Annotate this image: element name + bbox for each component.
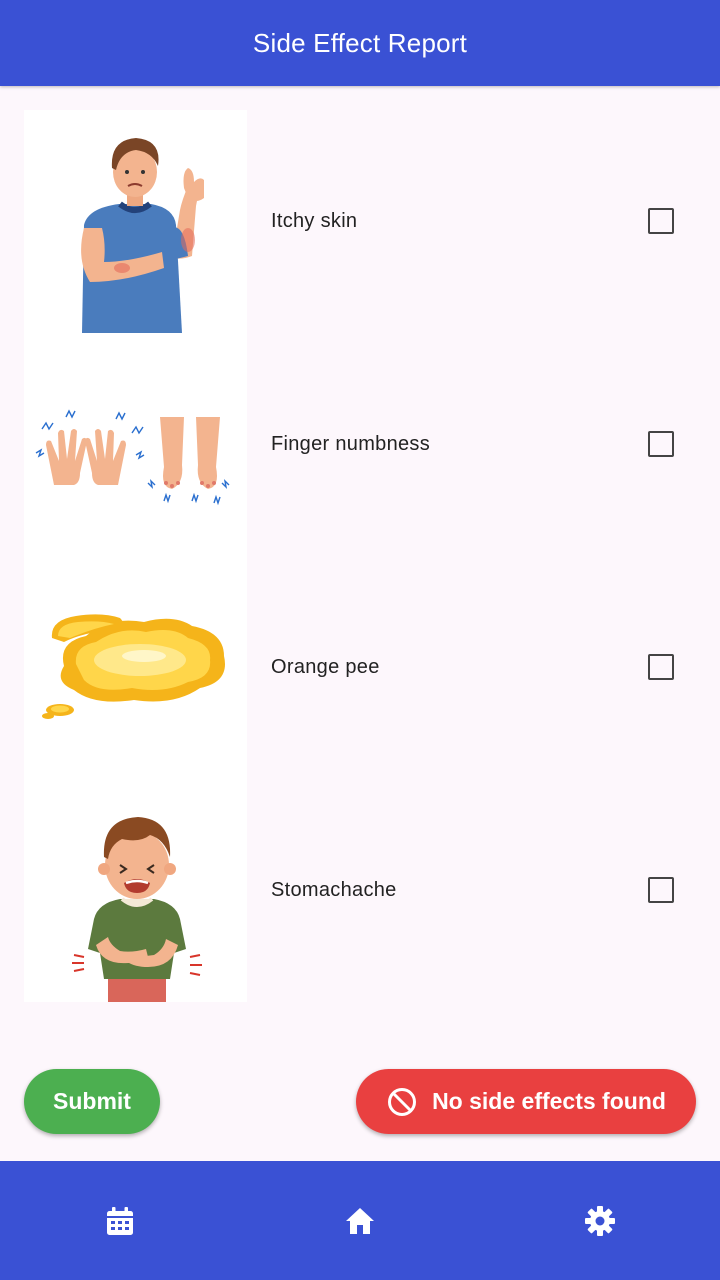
side-effect-label: Finger numbness <box>271 433 431 455</box>
nav-home[interactable] <box>240 1161 480 1280</box>
list-item-itchy-skin: Itchy skin <box>0 110 720 333</box>
gear-icon <box>583 1204 617 1238</box>
block-icon <box>386 1086 418 1118</box>
orange-pee-checkbox[interactable] <box>648 654 674 680</box>
bottom-navigation <box>0 1161 720 1280</box>
side-effect-label: Itchy skin <box>271 210 358 232</box>
itchy-skin-illustration <box>24 110 247 333</box>
finger-numbness-illustration <box>24 333 247 556</box>
finger-numbness-checkbox[interactable] <box>648 431 674 457</box>
stomachache-checkbox[interactable] <box>648 877 674 903</box>
no-side-effects-label: No side effects found <box>432 1088 666 1114</box>
nav-settings[interactable] <box>480 1161 720 1280</box>
itchy-skin-checkbox[interactable] <box>648 208 674 234</box>
list-item-stomachache: Stomachache <box>0 779 720 1002</box>
page-title: Side Effect Report <box>252 27 468 58</box>
list-item-finger-numbness: Finger numbness <box>0 333 720 556</box>
no-side-effects-button[interactable]: No side effects found <box>356 1069 696 1134</box>
stomachache-illustration <box>24 779 247 1002</box>
calendar-icon <box>103 1204 137 1238</box>
side-effect-label: Orange pee <box>271 656 380 678</box>
app-bar: Side Effect Report <box>0 0 720 86</box>
orange-pee-illustration <box>24 556 247 779</box>
side-effect-label: Stomachache <box>271 879 397 901</box>
nav-calendar[interactable] <box>0 1161 240 1280</box>
list-item-orange-pee: Orange pee <box>0 556 720 779</box>
submit-button[interactable]: Submit <box>24 1069 160 1134</box>
home-icon <box>343 1204 377 1238</box>
